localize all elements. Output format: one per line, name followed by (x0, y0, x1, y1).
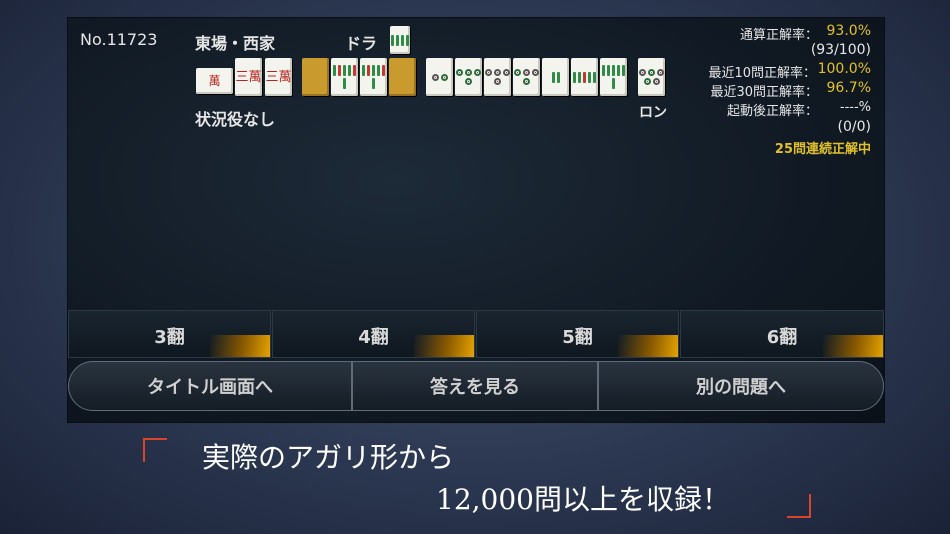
game-screen: No.11723 東場・西家 ドラ 萬 三萬 三萬 状況役なし ロン 通算正解率… (67, 17, 885, 423)
answer-6-han-button[interactable]: 6翻 (680, 310, 884, 358)
meld-tile-2-label: 三萬 (265, 69, 292, 85)
dora-label: ドラ (345, 34, 378, 53)
total-accuracy-count: (93/100) (810, 42, 871, 58)
kan-tile-back-1 (302, 58, 329, 96)
hand-tile-5 (542, 58, 569, 96)
recent30-value: 96.7% (826, 80, 871, 96)
caption-line-1: 実際のアガリ形から (202, 441, 455, 474)
called-tile-label: 萬 (208, 73, 221, 88)
button-glow (823, 335, 883, 357)
open-bracket (143, 438, 167, 462)
problem-number: No.11723 (80, 30, 158, 49)
meld-tile-1: 三萬 (235, 58, 262, 96)
answer-5-han-button[interactable]: 5翻 (476, 310, 679, 358)
ron-label: ロン (639, 105, 667, 121)
round-seat: 東場・西家 (195, 34, 276, 53)
answer-4-han-button[interactable]: 4翻 (272, 310, 475, 358)
hand-tile-7 (600, 58, 627, 96)
title-screen-button[interactable]: タイトル画面へ (68, 361, 352, 411)
since-boot-value: ----% (839, 100, 871, 115)
situation-text: 状況役なし (195, 110, 276, 129)
called-tile-sideways: 萬 (196, 68, 233, 94)
streak-text: 25問連続正解中 (774, 142, 871, 157)
hand-tile-6 (571, 58, 598, 96)
recent30-label: 最近30問正解率： (710, 85, 818, 100)
button-glow (210, 335, 270, 357)
meld-tile-2: 三萬 (265, 58, 292, 96)
total-accuracy-value: 93.0% (826, 23, 871, 39)
page-background: { "header": { "problem_no": "No.11723", … (0, 0, 950, 534)
answer-3-han-button[interactable]: 3翻 (68, 310, 271, 358)
next-problem-button[interactable]: 別の問題へ (598, 361, 884, 411)
button-glow (414, 335, 474, 357)
hand-tile-2 (455, 58, 482, 96)
button-glow (618, 335, 678, 357)
hand-tile-3 (484, 58, 511, 96)
recent10-label: 最近10問正解率： (708, 66, 816, 81)
kan-tile-3 (360, 58, 387, 96)
recent10-value: 100.0% (817, 61, 871, 77)
close-bracket (787, 494, 811, 518)
since-boot-count: (0/0) (837, 119, 871, 135)
kan-tile-back-4 (389, 58, 416, 96)
total-accuracy-label: 通算正解率： (739, 28, 818, 43)
dora-tile (390, 26, 410, 54)
show-answer-button[interactable]: 答えを見る (352, 361, 598, 411)
meld-tile-1-label: 三萬 (235, 69, 262, 85)
caption-line-2: 12,000問以上を収録！ (436, 483, 730, 516)
since-boot-label: 起動後正解率： (726, 104, 818, 119)
hand-tile-4 (513, 58, 540, 96)
hand-tile-1 (426, 58, 453, 96)
kan-tile-2 (331, 58, 358, 96)
winning-tile (638, 58, 665, 96)
